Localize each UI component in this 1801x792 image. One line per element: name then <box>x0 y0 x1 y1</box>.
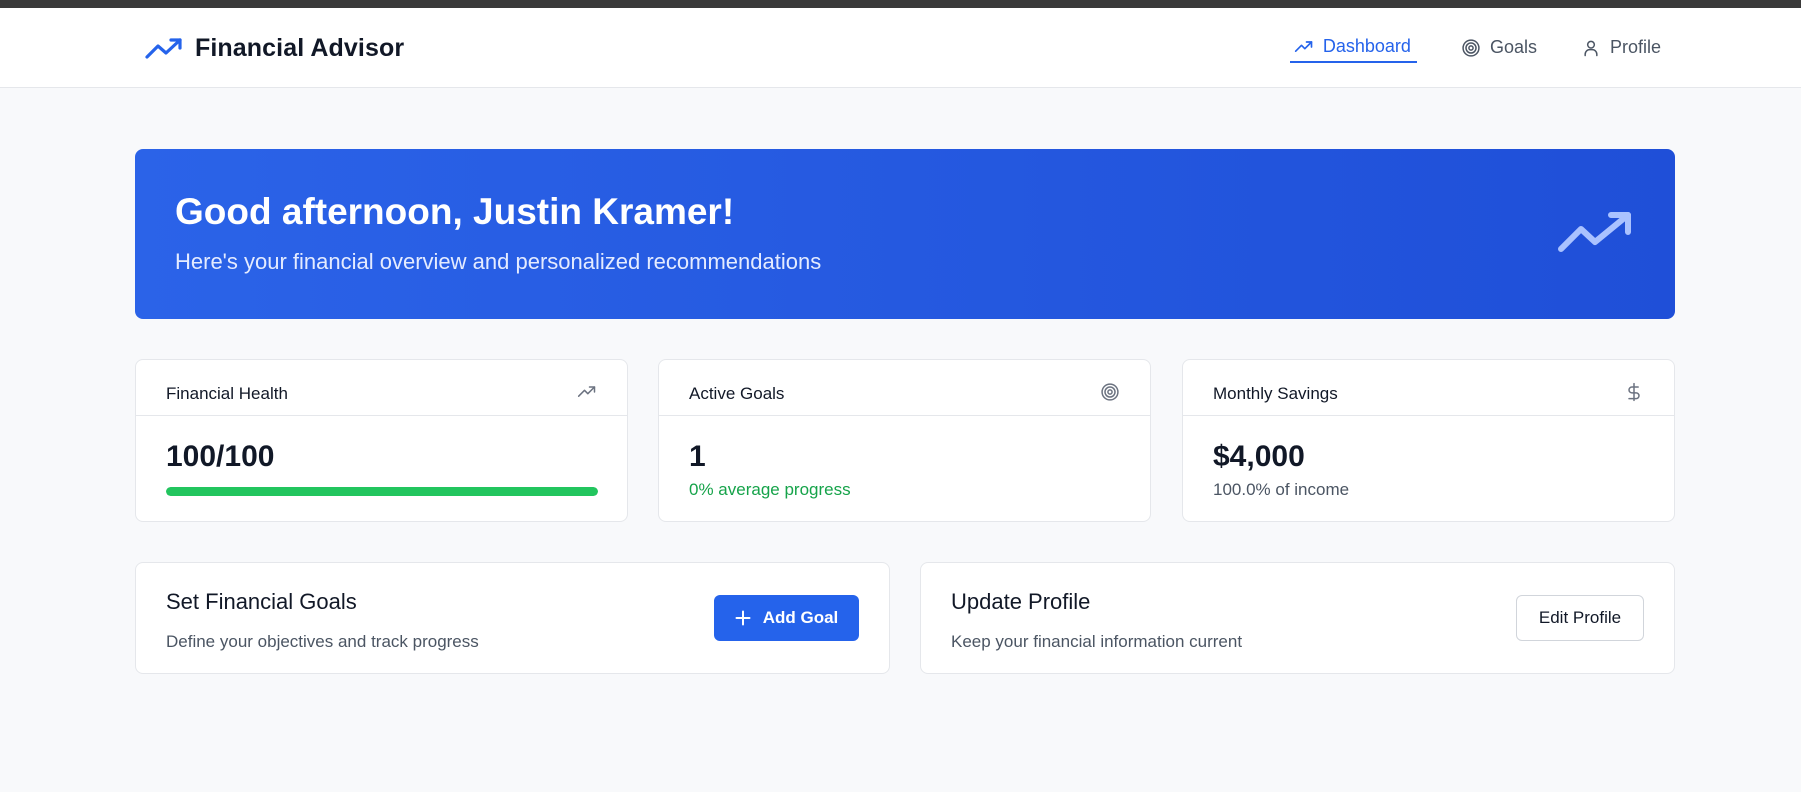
user-icon <box>1584 40 1598 56</box>
trending-up-icon <box>1294 40 1313 52</box>
card-title: Update Profile <box>951 589 1091 614</box>
monthly-savings-amount: $4,000 <box>1213 440 1305 473</box>
update-profile-card: Update Profile Keep your financial infor… <box>920 562 1675 674</box>
trending-up-icon <box>1558 212 1631 252</box>
button-label: Add Goal <box>762 608 839 627</box>
dollar-icon <box>1624 382 1644 402</box>
goals-progress-note: 0% average progress <box>689 480 851 499</box>
card-title: Monthly Savings <box>1213 384 1338 403</box>
greeting-subtitle: Here's your financial overview and perso… <box>175 249 822 274</box>
target-icon <box>1100 382 1120 402</box>
card-description: Define your objectives and track progres… <box>166 632 479 651</box>
nav-item-profile[interactable]: Profile <box>1581 37 1661 62</box>
health-progress-bar <box>166 487 598 496</box>
card-description: Keep your financial information current <box>951 632 1243 651</box>
nav-item-dashboard[interactable]: Dashboard <box>1289 36 1417 63</box>
trending-up-icon <box>145 37 182 59</box>
target-icon <box>1462 38 1480 57</box>
brand[interactable]: Financial Advisor <box>145 34 404 63</box>
app-title: Financial Advisor <box>195 34 405 62</box>
card-title: Set Financial Goals <box>166 589 357 614</box>
welcome-banner: Good afternoon, Justin Kramer! Here's yo… <box>135 149 1675 319</box>
nav-item-label: Goals <box>1489 37 1537 57</box>
nav-item-label: Profile <box>1609 37 1661 57</box>
nav-item-goals[interactable]: Goals <box>1461 37 1537 62</box>
card-title: Active Goals <box>689 384 785 403</box>
nav-item-label: Dashboard <box>1322 36 1411 56</box>
active-goals-card: Active Goals 1 0% average progress <box>658 359 1151 522</box>
active-goals-count: 1 <box>689 440 706 473</box>
monthly-savings-card: Monthly Savings $4,000 100.0% of income <box>1182 359 1675 522</box>
trending-up-icon <box>577 382 597 402</box>
main-nav: Dashboard Goals Profile <box>1289 36 1661 63</box>
greeting-heading: Good afternoon, Justin Kramer! <box>175 191 735 232</box>
financial-health-card: Financial Health 100/100 <box>135 359 628 522</box>
health-score: 100/100 <box>166 440 275 473</box>
plus-icon <box>735 610 751 626</box>
card-title: Financial Health <box>166 384 288 403</box>
health-progress-fill <box>166 487 598 496</box>
card-header: Monthly Savings <box>1183 360 1674 416</box>
add-goal-button[interactable]: Add Goal <box>714 595 859 641</box>
top-navbar: Financial Advisor Dashboard Goals Profil… <box>0 8 1801 88</box>
edit-profile-button[interactable]: Edit Profile <box>1516 595 1644 641</box>
card-header: Financial Health <box>136 360 627 416</box>
savings-income-note: 100.0% of income <box>1213 480 1350 499</box>
set-goals-card: Set Financial Goals Define your objectiv… <box>135 562 890 674</box>
card-header: Active Goals <box>659 360 1150 416</box>
window-top-strip <box>0 0 1801 8</box>
